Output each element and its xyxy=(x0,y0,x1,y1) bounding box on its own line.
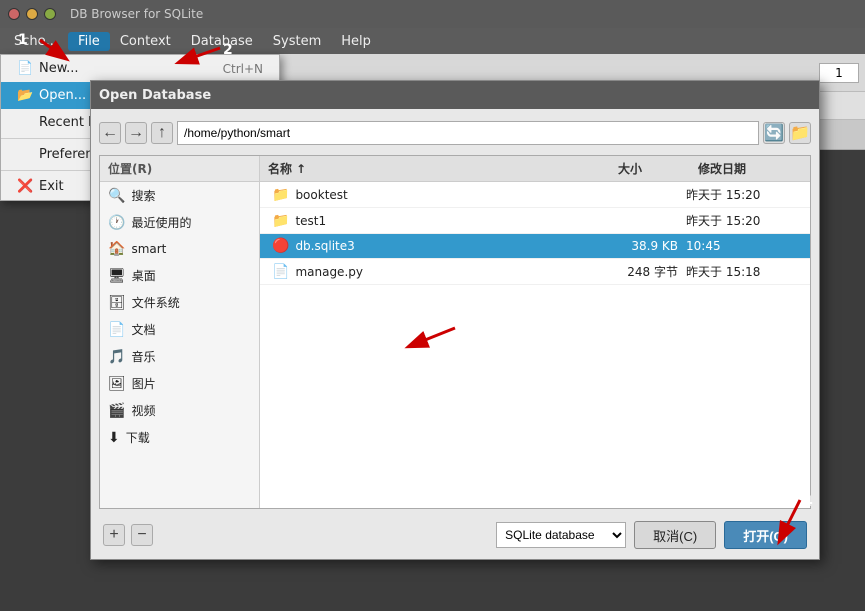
open-dialog: Open Database ← → ↑ 🔄 📁 位置(R) 🔍 搜索 xyxy=(90,80,820,560)
app-window: DB Browser for SQLite Sche... File Conte… xyxy=(0,0,865,611)
minimize-btn[interactable] xyxy=(26,8,38,20)
remove-location-btn[interactable]: − xyxy=(131,524,153,546)
docs-nav-icon: 📄 xyxy=(108,322,125,338)
sidebar-recent[interactable]: 🕐 最近使用的 xyxy=(100,209,259,236)
sidebar-downloads[interactable]: ⬇ 下载 xyxy=(100,424,259,451)
sidebar-header: 位置(R) xyxy=(100,156,259,182)
cancel-button[interactable]: 取消(C) xyxy=(634,521,716,549)
window-title: DB Browser for SQLite xyxy=(70,7,203,21)
pictures-nav-icon: 🖼 xyxy=(108,376,126,392)
file-type-select[interactable]: SQLite database xyxy=(496,522,626,548)
sidebar-video[interactable]: 🎬 视频 xyxy=(100,397,259,424)
file-row-booktest[interactable]: 📁 booktest 昨天于 15:20 xyxy=(260,182,810,208)
sidebar-pictures[interactable]: 🖼 图片 xyxy=(100,370,259,397)
file-row-db-sqlite3[interactable]: 🔴 db.sqlite3 38.9 KB 10:45 xyxy=(260,234,810,259)
sidebar-filesystem[interactable]: 🗄 文件系统 xyxy=(100,289,259,316)
new-icon: 📄 xyxy=(17,61,33,76)
dialog-sidebar: 位置(R) 🔍 搜索 🕐 最近使用的 🏠 smart 🖥 xyxy=(100,156,260,508)
menu-help[interactable]: Help xyxy=(331,32,381,51)
sidebar-smart[interactable]: 🏠 smart xyxy=(100,236,259,262)
dialog-newfolder-btn[interactable]: 📁 xyxy=(789,122,811,144)
filesystem-nav-icon: 🗄 xyxy=(108,295,126,311)
dialog-title-bar: Open Database xyxy=(91,81,819,109)
file-row-manage-py[interactable]: 📄 manage.py 248 字节 昨天于 15:18 xyxy=(260,259,810,285)
dialog-path-input[interactable] xyxy=(177,121,759,145)
open-icon: 📂 xyxy=(17,88,33,103)
downloads-nav-icon: ⬇ xyxy=(108,430,120,446)
file-row-test1[interactable]: 📁 test1 昨天于 15:20 xyxy=(260,208,810,234)
sidebar-documents[interactable]: 📄 文档 xyxy=(100,316,259,343)
menu-schema[interactable]: Sche... xyxy=(4,32,68,51)
folder-icon-booktest: 📁 xyxy=(272,187,289,203)
exit-icon: ❌ xyxy=(17,179,33,194)
add-location-btn[interactable]: + xyxy=(103,524,125,546)
dialog-up-btn[interactable]: ↑ xyxy=(151,122,173,144)
dialog-back-btn[interactable]: ← xyxy=(99,122,121,144)
dialog-forward-btn[interactable]: → xyxy=(125,122,147,144)
maximize-btn[interactable] xyxy=(44,8,56,20)
search-nav-icon: 🔍 xyxy=(108,188,125,204)
dialog-files: 名称 ↑ 大小 修改日期 📁 booktest 昨天于 15:20 xyxy=(260,156,810,508)
col-size: 大小 xyxy=(610,156,690,181)
home-nav-icon: 🏠 xyxy=(108,241,125,257)
col-name: 名称 ↑ xyxy=(260,156,610,181)
files-header: 名称 ↑ 大小 修改日期 xyxy=(260,156,810,182)
dialog-footer: + − SQLite database 取消(C) 打开(O) xyxy=(99,515,811,551)
recent-nav-icon: 🕐 xyxy=(108,215,125,231)
dialog-footer-left: + − xyxy=(103,524,153,546)
desktop-nav-icon: 🖥 xyxy=(108,268,126,284)
dialog-refresh-btn[interactable]: 🔄 xyxy=(763,122,785,144)
video-nav-icon: 🎬 xyxy=(108,403,125,419)
open-button[interactable]: 打开(O) xyxy=(724,521,807,549)
dialog-main: 位置(R) 🔍 搜索 🕐 最近使用的 🏠 smart 🖥 xyxy=(99,155,811,509)
folder-icon-test1: 📁 xyxy=(272,213,289,229)
sidebar-music[interactable]: 🎵 音乐 xyxy=(100,343,259,370)
menu-file[interactable]: File xyxy=(68,32,110,51)
menu-system[interactable]: System xyxy=(263,32,331,51)
close-btn[interactable] xyxy=(8,8,20,20)
music-nav-icon: 🎵 xyxy=(108,349,125,365)
menu-new[interactable]: 📄New... Ctrl+N xyxy=(1,55,279,82)
dialog-title: Open Database xyxy=(99,88,211,103)
new-shortcut: Ctrl+N xyxy=(223,62,263,76)
sidebar-desktop[interactable]: 🖥 桌面 xyxy=(100,262,259,289)
col-date: 修改日期 xyxy=(690,156,810,181)
page-number[interactable]: 1 xyxy=(819,63,859,83)
dialog-body: ← → ↑ 🔄 📁 位置(R) 🔍 搜索 🕐 最 xyxy=(91,109,819,559)
sidebar-search[interactable]: 🔍 搜索 xyxy=(100,182,259,209)
dialog-toolbar: ← → ↑ 🔄 📁 xyxy=(99,117,811,149)
title-bar: DB Browser for SQLite xyxy=(0,0,865,28)
menu-database[interactable]: Database xyxy=(181,32,263,51)
db-file-icon: 🔴 xyxy=(272,238,289,254)
py-file-icon: 📄 xyxy=(272,264,289,280)
menu-bar: Sche... File Context Database System Hel… xyxy=(0,28,865,54)
menu-context[interactable]: Context xyxy=(110,32,181,51)
dialog-footer-right: SQLite database 取消(C) 打开(O) xyxy=(496,521,807,549)
